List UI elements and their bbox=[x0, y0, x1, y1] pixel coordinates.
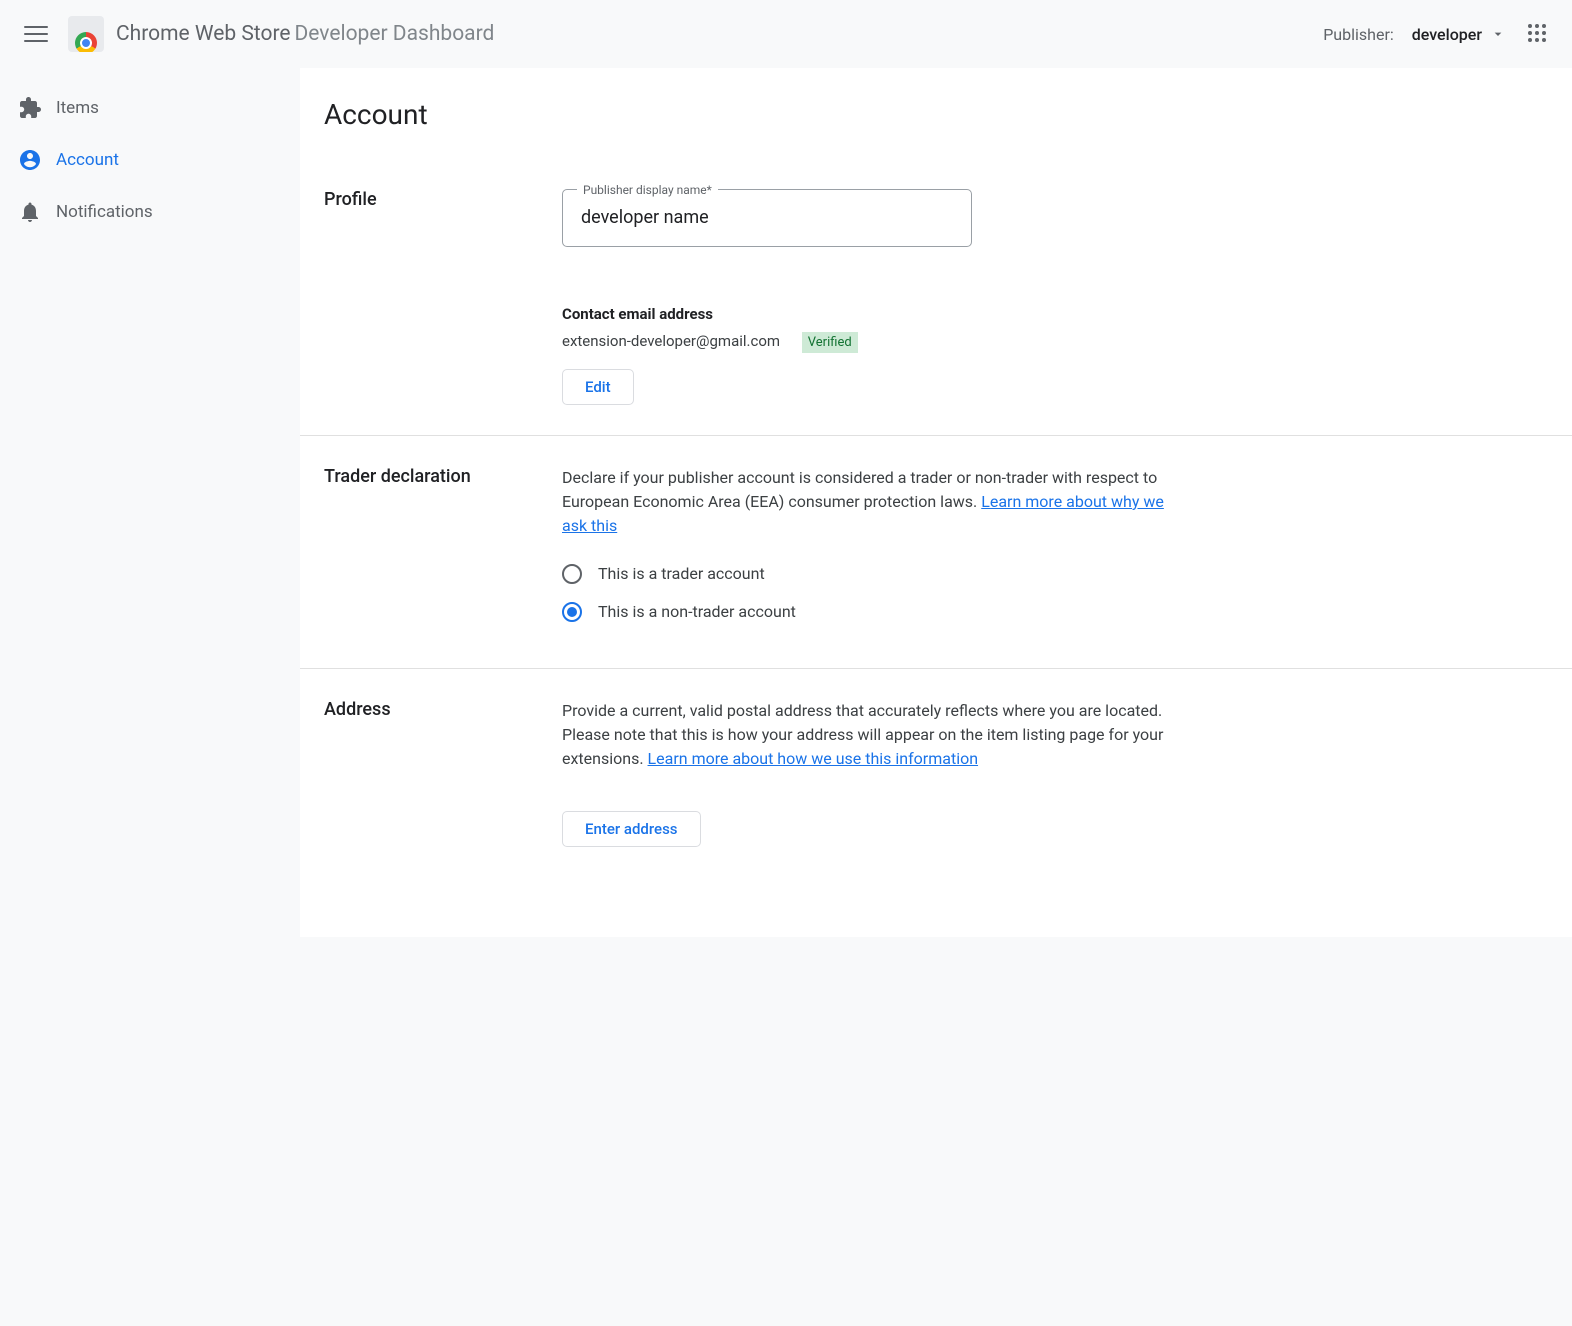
publisher-label: Publisher: bbox=[1323, 25, 1394, 44]
radio-trader-account[interactable]: This is a trader account bbox=[562, 562, 1182, 586]
display-name-label: Publisher display name* bbox=[577, 181, 718, 199]
radio-nontrader-account[interactable]: This is a non-trader account bbox=[562, 600, 1182, 624]
sidebar-item-notifications[interactable]: Notifications bbox=[0, 186, 288, 238]
address-learn-more-link[interactable]: Learn more about how we use this informa… bbox=[648, 749, 979, 768]
sidebar-item-label: Notifications bbox=[56, 202, 153, 222]
publisher-select[interactable]: developer bbox=[1412, 25, 1506, 44]
section-heading-address: Address bbox=[324, 699, 562, 847]
enter-address-button[interactable]: Enter address bbox=[562, 811, 701, 847]
contact-email-heading: Contact email address bbox=[562, 303, 1182, 326]
radio-label: This is a trader account bbox=[598, 562, 765, 586]
edit-email-button[interactable]: Edit bbox=[562, 369, 634, 405]
bell-icon bbox=[18, 200, 42, 224]
verified-badge: Verified bbox=[802, 332, 858, 354]
sidebar-item-account[interactable]: Account bbox=[0, 134, 288, 186]
sidebar-item-label: Account bbox=[56, 150, 119, 170]
dropdown-icon bbox=[1490, 26, 1506, 42]
google-apps-icon[interactable] bbox=[1528, 24, 1548, 44]
sidebar-item-label: Items bbox=[56, 98, 99, 118]
radio-icon bbox=[562, 602, 582, 622]
brand-title: Chrome Web StoreDeveloper Dashboard bbox=[116, 22, 494, 46]
page-title: Account bbox=[324, 98, 1548, 131]
display-name-field[interactable]: Publisher display name* bbox=[562, 189, 972, 247]
display-name-input[interactable] bbox=[581, 207, 953, 228]
menu-button[interactable] bbox=[24, 22, 48, 46]
contact-email-value: extension-developer@gmail.com bbox=[562, 332, 780, 350]
sidebar-item-items[interactable]: Items bbox=[0, 82, 288, 134]
radio-icon bbox=[562, 564, 582, 584]
section-heading-profile: Profile bbox=[324, 189, 562, 405]
radio-label: This is a non-trader account bbox=[598, 600, 796, 624]
extension-icon bbox=[18, 96, 42, 120]
account-icon bbox=[18, 148, 42, 172]
chrome-web-store-logo bbox=[68, 16, 104, 52]
section-heading-trader: Trader declaration bbox=[324, 466, 562, 638]
